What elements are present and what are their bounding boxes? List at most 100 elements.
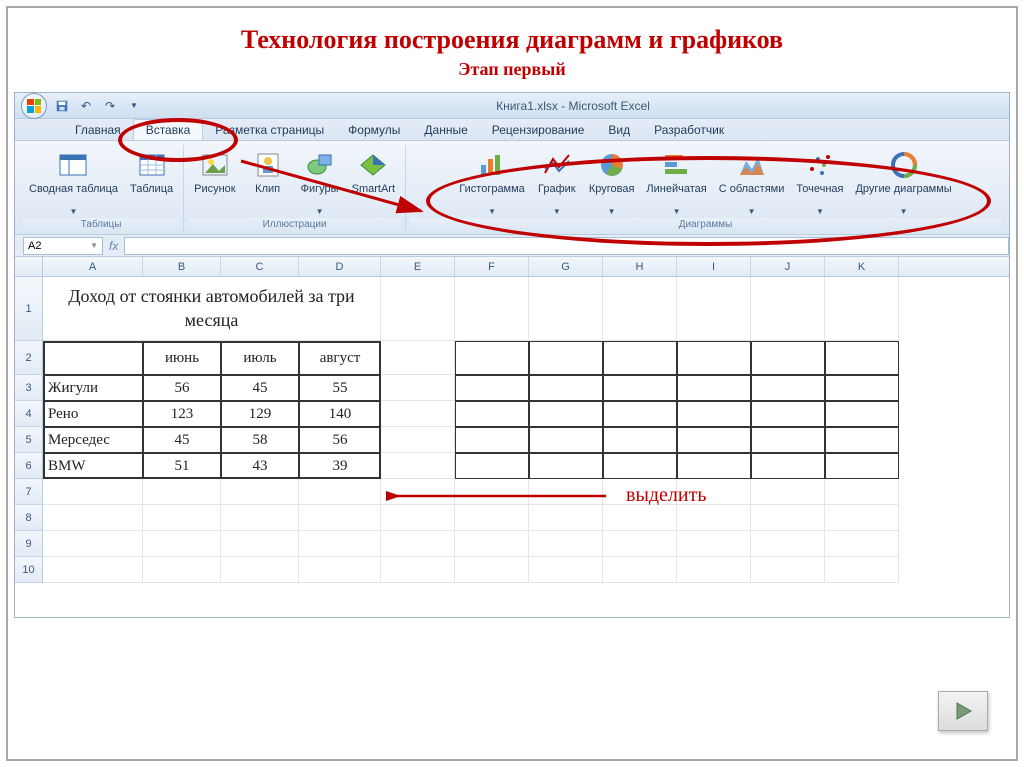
cell[interactable] xyxy=(529,557,603,583)
shapes-button[interactable]: Фигуры ▼ xyxy=(296,147,344,218)
cell[interactable] xyxy=(529,401,603,427)
col-header[interactable]: J xyxy=(751,257,825,276)
cell[interactable] xyxy=(299,531,381,557)
tab-review[interactable]: Рецензирование xyxy=(480,120,597,140)
cell[interactable]: 58 xyxy=(221,427,299,453)
name-box[interactable]: A2 ▼ xyxy=(23,237,103,255)
cell[interactable] xyxy=(603,531,677,557)
cell[interactable] xyxy=(299,505,381,531)
cell[interactable] xyxy=(455,277,529,341)
row-header[interactable]: 3 xyxy=(15,375,43,401)
office-button[interactable] xyxy=(21,93,47,119)
tab-home[interactable]: Главная xyxy=(63,120,133,140)
cell[interactable] xyxy=(529,479,603,505)
cell[interactable]: 39 xyxy=(299,453,381,479)
cell[interactable]: 123 xyxy=(143,401,221,427)
cell[interactable] xyxy=(751,453,825,479)
cell[interactable] xyxy=(299,557,381,583)
cell[interactable] xyxy=(455,479,529,505)
cell[interactable]: 51 xyxy=(143,453,221,479)
cell[interactable] xyxy=(43,557,143,583)
cell[interactable] xyxy=(677,453,751,479)
line-chart-button[interactable]: График ▼ xyxy=(533,147,581,218)
cell[interactable] xyxy=(43,505,143,531)
qat-dropdown-icon[interactable]: ▼ xyxy=(125,97,143,115)
cell[interactable]: Мерседес xyxy=(43,427,143,453)
cell[interactable] xyxy=(825,341,899,375)
row-header[interactable]: 1 xyxy=(15,277,43,341)
bar-chart-button[interactable]: Линейчатая ▼ xyxy=(642,147,710,218)
cell[interactable] xyxy=(221,479,299,505)
col-header[interactable]: I xyxy=(677,257,751,276)
cell[interactable] xyxy=(455,401,529,427)
row-header[interactable]: 5 xyxy=(15,427,43,453)
cell[interactable]: 140 xyxy=(299,401,381,427)
cell[interactable]: август xyxy=(299,341,381,375)
cell[interactable] xyxy=(603,453,677,479)
select-all-corner[interactable] xyxy=(15,257,43,276)
cell[interactable] xyxy=(677,531,751,557)
cell[interactable] xyxy=(529,505,603,531)
cell[interactable] xyxy=(455,453,529,479)
cell[interactable]: 56 xyxy=(143,375,221,401)
col-header[interactable]: F xyxy=(455,257,529,276)
col-header[interactable]: D xyxy=(299,257,381,276)
cell[interactable] xyxy=(825,505,899,531)
cell[interactable] xyxy=(751,375,825,401)
cell[interactable] xyxy=(603,341,677,375)
scatter-chart-button[interactable]: Точечная ▼ xyxy=(792,147,847,218)
cell[interactable] xyxy=(751,531,825,557)
col-header[interactable]: G xyxy=(529,257,603,276)
cell[interactable] xyxy=(825,401,899,427)
col-header[interactable]: E xyxy=(381,257,455,276)
cell[interactable] xyxy=(529,531,603,557)
tab-formulas[interactable]: Формулы xyxy=(336,120,412,140)
cell[interactable] xyxy=(677,557,751,583)
row-header[interactable]: 7 xyxy=(15,479,43,505)
cell[interactable] xyxy=(825,531,899,557)
cell[interactable] xyxy=(43,341,143,375)
cell[interactable] xyxy=(603,505,677,531)
column-chart-button[interactable]: Гистограмма ▼ xyxy=(455,147,529,218)
cell[interactable] xyxy=(751,277,825,341)
cell[interactable] xyxy=(143,479,221,505)
cell[interactable] xyxy=(825,427,899,453)
fx-icon[interactable]: fx xyxy=(109,239,118,253)
row-header[interactable]: 9 xyxy=(15,531,43,557)
cell[interactable] xyxy=(299,479,381,505)
cell[interactable] xyxy=(455,341,529,375)
formula-input[interactable] xyxy=(124,237,1009,255)
cell[interactable] xyxy=(677,277,751,341)
cell[interactable] xyxy=(825,557,899,583)
cell[interactable] xyxy=(677,505,751,531)
col-header[interactable]: B xyxy=(143,257,221,276)
cell[interactable] xyxy=(143,505,221,531)
cell[interactable] xyxy=(751,505,825,531)
cell[interactable] xyxy=(677,375,751,401)
cell[interactable] xyxy=(381,401,455,427)
cell[interactable] xyxy=(529,453,603,479)
col-header[interactable]: C xyxy=(221,257,299,276)
cell[interactable] xyxy=(381,557,455,583)
tab-view[interactable]: Вид xyxy=(596,120,642,140)
pivot-table-button[interactable]: Сводная таблица ▼ xyxy=(25,147,122,218)
cell[interactable] xyxy=(825,479,899,505)
cell[interactable]: июнь xyxy=(143,341,221,375)
tab-layout[interactable]: Разметка страницы xyxy=(203,120,336,140)
cell[interactable] xyxy=(381,453,455,479)
next-slide-button[interactable] xyxy=(938,691,988,731)
row-header[interactable]: 6 xyxy=(15,453,43,479)
cell[interactable]: Жигули xyxy=(43,375,143,401)
undo-icon[interactable]: ↶ xyxy=(77,97,95,115)
cell[interactable] xyxy=(677,401,751,427)
cell[interactable]: BMW xyxy=(43,453,143,479)
tab-data[interactable]: Данные xyxy=(412,120,479,140)
row-header[interactable]: 4 xyxy=(15,401,43,427)
col-header[interactable]: K xyxy=(825,257,899,276)
cell[interactable]: 45 xyxy=(143,427,221,453)
cell[interactable] xyxy=(529,277,603,341)
row-header[interactable]: 8 xyxy=(15,505,43,531)
row-header[interactable]: 2 xyxy=(15,341,43,375)
cell[interactable] xyxy=(603,427,677,453)
cell[interactable] xyxy=(603,375,677,401)
